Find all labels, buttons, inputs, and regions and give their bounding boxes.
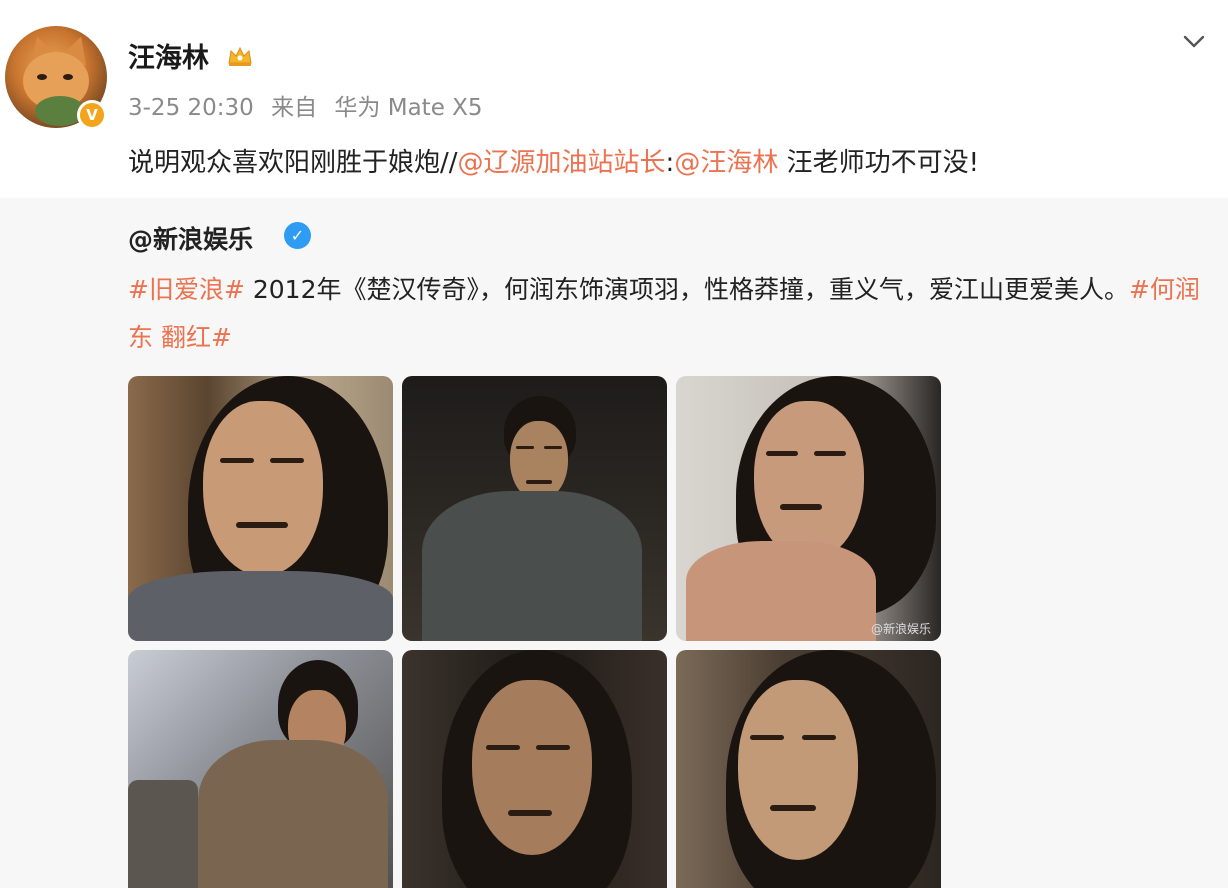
photo-grid: @新浪娱乐 xyxy=(128,376,941,888)
quoted-body: 2012年《楚汉传奇》，何润东饰演项羽，性格莽撞，重义气，爱江山更爱美人。 xyxy=(244,275,1129,304)
timestamp[interactable]: 3-25 20:30 xyxy=(128,95,254,121)
crown-icon xyxy=(228,46,252,66)
repost-comment-tail: 汪老师功不可没! xyxy=(778,148,980,178)
colon: : xyxy=(665,148,675,178)
quoted-text: #旧爱浪# 2012年《楚汉传奇》，何润东饰演项羽，性格莽撞，重义气，爱江山更爱… xyxy=(128,266,1208,362)
photo-2[interactable] xyxy=(402,376,667,641)
photo-1[interactable] xyxy=(128,376,393,641)
blue-verified-icon: ✓ xyxy=(284,222,311,249)
quoted-author[interactable]: @新浪娱乐 xyxy=(128,220,253,256)
repost-text: 说明观众喜欢阳刚胜于娘炮//@辽源加油站站长:@汪海林 汪老师功不可没! xyxy=(128,142,979,179)
hashtag-link[interactable]: #旧爱浪# xyxy=(128,275,245,304)
repost-comment: 说明观众喜欢阳刚胜于娘炮// xyxy=(128,148,458,178)
photo-5[interactable] xyxy=(402,650,667,888)
post-meta: 3-25 20:30 来自 华为 Mate X5 xyxy=(128,88,483,122)
verified-v-icon: V xyxy=(77,100,107,130)
photo-6[interactable] xyxy=(676,650,941,888)
username[interactable]: 汪海林 xyxy=(128,36,209,75)
device-source: 华为 Mate X5 xyxy=(334,95,483,121)
photo-4[interactable] xyxy=(128,650,393,888)
cat-eye-right xyxy=(63,74,73,80)
weibo-post: V 汪海林 3-25 20:30 来自 华为 Mate X5 说明观众喜欢阳刚胜… xyxy=(0,0,1228,888)
mention-link[interactable]: @辽源加油站站长 xyxy=(458,148,666,178)
chevron-down-icon[interactable] xyxy=(1180,28,1208,56)
watermark: @新浪娱乐 xyxy=(870,622,931,636)
cat-eye-left xyxy=(37,74,47,80)
mention-link[interactable]: @汪海林 xyxy=(674,148,778,178)
photo-3[interactable]: @新浪娱乐 xyxy=(676,376,941,641)
source-prefix: 来自 xyxy=(271,95,318,121)
